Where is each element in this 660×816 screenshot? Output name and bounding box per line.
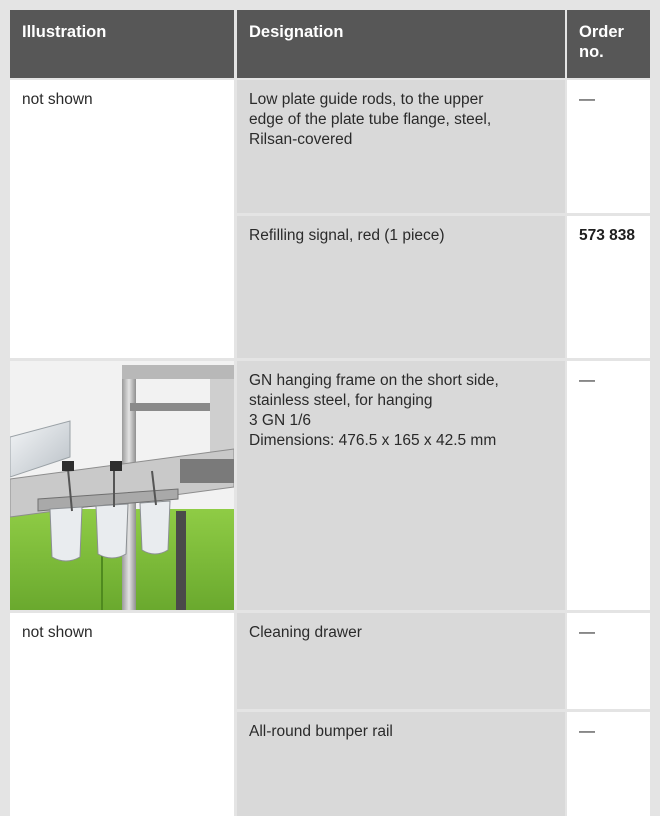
- header-order-no: Order no.: [567, 10, 650, 78]
- designation-line: edge of the plate tube flange, steel,: [249, 111, 492, 128]
- illustration-cell-photo: [10, 361, 234, 610]
- illustration-not-shown: not shown: [22, 624, 93, 641]
- designation-cell-row1: Low plate guide rods, to the upper edge …: [237, 80, 565, 213]
- designation-cell-row4: Cleaning drawer: [237, 613, 565, 709]
- order-cell-row2: 573 838: [567, 216, 650, 358]
- illustration-cell-group3: not shown: [10, 613, 234, 816]
- header-designation: Designation: [237, 10, 565, 78]
- designation-line: Rilsan-covered: [249, 131, 353, 148]
- illustration-not-shown: not shown: [22, 91, 93, 108]
- designation-cell-row5: All-round bumper rail: [237, 712, 565, 816]
- designation-line: stainless steel, for hanging: [249, 392, 433, 409]
- header-order-line1: Order: [579, 23, 624, 41]
- header-illustration: Illustration: [10, 10, 234, 78]
- designation-cell-row2: Refilling signal, red (1 piece): [237, 216, 565, 358]
- designation-line: Low plate guide rods, to the upper: [249, 91, 484, 108]
- designation-line: Dimensions: 476.5 x 165 x 42.5 mm: [249, 432, 497, 449]
- designation-line: Cleaning drawer: [249, 624, 362, 641]
- designation-line: Refilling signal, red (1 piece): [249, 227, 445, 244]
- order-cell-row4: —: [567, 613, 650, 709]
- illustration-cell-group1: not shown: [10, 80, 234, 358]
- designation-line: All-round bumper rail: [249, 723, 393, 740]
- header-order-line2: no.: [579, 43, 604, 61]
- designation-line: 3 GN 1/6: [249, 412, 312, 429]
- designation-line: GN hanging frame on the short side,: [249, 372, 499, 389]
- designation-cell-row3: GN hanging frame on the short side, stai…: [237, 361, 565, 610]
- gn-hanging-frame-photo: [10, 361, 234, 610]
- order-cell-row3: —: [567, 361, 650, 610]
- order-cell-row5: —: [567, 712, 650, 816]
- order-cell-row1: —: [567, 80, 650, 213]
